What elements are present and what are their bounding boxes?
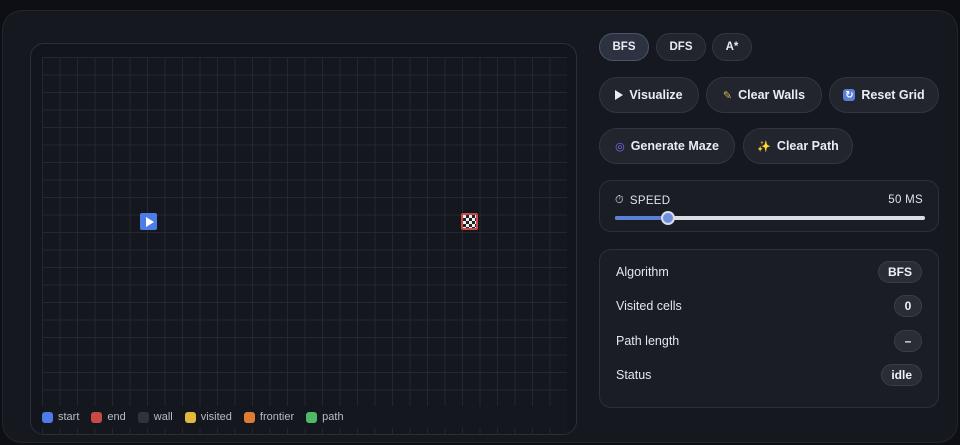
clear-path-button[interactable]: ✨ Clear Path: [743, 128, 853, 164]
speed-label-text: SPEED: [629, 194, 671, 207]
algorithm-astar-button[interactable]: A*: [712, 33, 752, 61]
stats-panel: Algorithm BFS Visited cells 0 Path lengt…: [599, 249, 939, 408]
app-window: start end wall visited frontier path BFS…: [2, 10, 958, 443]
algorithm-label: A*: [725, 41, 739, 53]
legend-label: start: [58, 411, 80, 423]
start-node[interactable]: [140, 213, 157, 230]
stat-row-visited: Visited cells 0: [616, 292, 922, 320]
visualize-button[interactable]: Visualize: [599, 77, 699, 113]
stat-value-badge: idle: [881, 364, 922, 386]
stopwatch-icon: ⏱: [615, 194, 624, 206]
legend-item-visited: visited: [184, 411, 232, 423]
stat-row-algorithm: Algorithm BFS: [616, 258, 922, 286]
end-node[interactable]: [461, 213, 478, 230]
legend-swatch: [137, 411, 149, 423]
play-icon: [615, 90, 624, 100]
legend-swatch: [91, 411, 103, 423]
legend-label: visited: [200, 411, 232, 423]
speed-value: 50 MS: [888, 194, 923, 206]
legend-item-path: path: [306, 411, 344, 423]
algorithm-dfs-button[interactable]: DFS: [656, 33, 706, 61]
play-icon: [145, 216, 154, 227]
speed-slider-thumb[interactable]: [660, 211, 675, 225]
sparkles-icon: ✨: [757, 140, 771, 153]
stat-label: Visited cells: [616, 299, 682, 313]
stat-label: Path length: [616, 334, 680, 348]
grid-panel: start end wall visited frontier path: [30, 43, 577, 435]
stat-value-badge: BFS: [878, 261, 922, 283]
speed-control: ⏱ SPEED 50 MS: [599, 180, 939, 232]
maze-icon: ◎: [615, 140, 625, 153]
generate-maze-button[interactable]: ◎ Generate Maze: [599, 128, 735, 164]
stat-label: Status: [616, 368, 652, 382]
visualize-label: Visualize: [629, 88, 683, 102]
legend-label: end: [107, 411, 126, 423]
stat-row-status: Status idle: [616, 361, 922, 389]
legend-item-wall: wall: [137, 411, 173, 423]
legend-item-frontier: frontier: [243, 411, 295, 423]
stat-value-badge: –: [894, 330, 922, 352]
speed-label: ⏱ SPEED: [615, 194, 670, 207]
speed-slider-track[interactable]: [615, 211, 925, 225]
clear-path-label: Clear Path: [776, 139, 839, 153]
legend-swatch: [42, 411, 53, 423]
reset-grid-label: Reset Grid: [861, 88, 925, 102]
legend-label: frontier: [259, 411, 295, 423]
legend-label: wall: [153, 411, 173, 423]
refresh-icon: ↻: [843, 89, 856, 101]
legend: start end wall visited frontier path: [42, 406, 567, 428]
algorithm-label: BFS: [612, 41, 636, 53]
stat-row-path-length: Path length –: [616, 327, 922, 355]
broom-icon: ✎: [722, 89, 733, 102]
pathfinding-grid[interactable]: [42, 57, 567, 434]
stat-label: Algorithm: [616, 265, 669, 279]
stat-value-badge: 0: [894, 295, 922, 317]
speed-slider-fill: [615, 216, 668, 220]
legend-item-start: start: [42, 411, 79, 423]
legend-item-end: end: [91, 411, 126, 423]
legend-swatch: [306, 411, 318, 423]
generate-maze-label: Generate Maze: [630, 139, 719, 153]
clear-walls-label: Clear Walls: [738, 88, 806, 102]
clear-walls-button[interactable]: ✎ Clear Walls: [706, 77, 822, 113]
algorithm-label: DFS: [669, 41, 693, 53]
legend-swatch: [184, 411, 196, 423]
reset-grid-button[interactable]: ↻ Reset Grid: [829, 77, 939, 113]
algorithm-bfs-button[interactable]: BFS: [599, 33, 649, 61]
checkered-flag-icon: [463, 215, 476, 228]
legend-swatch: [243, 411, 255, 423]
legend-label: path: [322, 411, 344, 423]
